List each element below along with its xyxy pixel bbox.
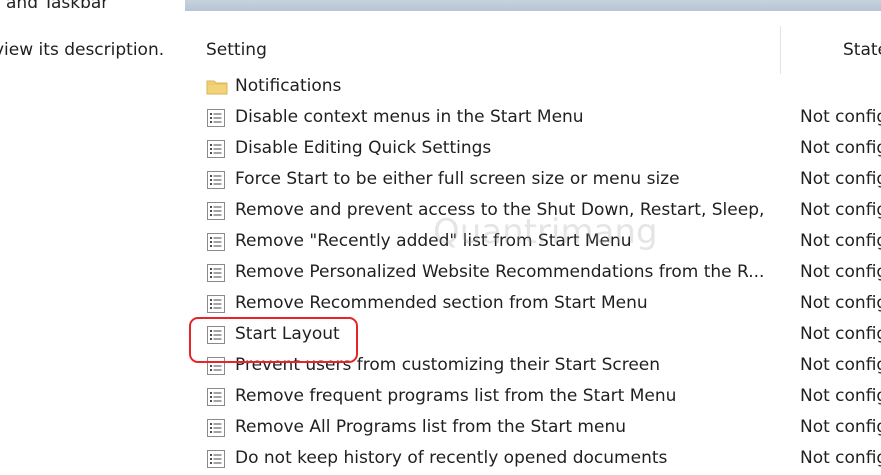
setting-row[interactable]: Force Start to be either full screen siz… <box>0 165 881 196</box>
setting-state: Not configured <box>800 200 881 220</box>
setting-row[interactable]: Start Layout Not configured <box>0 320 881 351</box>
policy-setting-icon <box>207 357 225 375</box>
setting-state: Not configured <box>800 448 881 468</box>
pane-top-band <box>185 0 881 11</box>
setting-label: Remove Personalized Website Recommendati… <box>235 262 765 282</box>
left-pane-description: view its description. <box>0 40 195 60</box>
column-header-setting[interactable]: Setting <box>206 40 267 60</box>
setting-label: Remove Recommended section from Start Me… <box>235 293 648 313</box>
column-header-state[interactable]: State <box>843 40 881 60</box>
setting-row[interactable]: Disable Editing Quick Settings Not config… <box>0 134 881 165</box>
policy-setting-icon <box>207 450 225 468</box>
folder-icon <box>206 80 228 95</box>
setting-state: Not configured <box>800 324 881 344</box>
policy-setting-icon <box>207 202 225 220</box>
setting-label: Remove "Recently added" list from Start … <box>235 231 632 251</box>
policy-setting-icon <box>207 233 225 251</box>
setting-row[interactable]: Remove and prevent access to the Shut Do… <box>0 196 881 227</box>
policy-setting-icon <box>207 295 225 313</box>
policy-setting-icon <box>207 419 225 437</box>
policy-setting-icon <box>207 171 225 189</box>
setting-row[interactable]: Remove Recommended section from Start Me… <box>0 289 881 320</box>
setting-state: Not configured <box>800 169 881 189</box>
policy-setting-icon <box>207 140 225 158</box>
setting-row[interactable]: Remove Personalized Website Recommendati… <box>0 258 881 289</box>
setting-label: Force Start to be either full screen siz… <box>235 169 680 189</box>
policy-setting-icon <box>207 388 225 406</box>
setting-row[interactable]: Disable context menus in the Start Menu N… <box>0 103 881 134</box>
setting-label: Prevent users from customizing their Sta… <box>235 355 661 375</box>
group-policy-editor-view: and Taskbar view its description. Settin… <box>0 0 881 475</box>
policy-setting-icon <box>207 264 225 282</box>
setting-row[interactable]: Remove frequent programs list from the S… <box>0 382 881 413</box>
setting-state: Not configured <box>800 231 881 251</box>
setting-row[interactable]: Do not keep history of recently opened d… <box>0 444 881 475</box>
setting-label: Remove and prevent access to the Shut Do… <box>235 200 770 220</box>
setting-label: Start Layout <box>235 324 340 344</box>
setting-state: Not configured <box>800 262 881 282</box>
setting-row[interactable]: Remove "Recently added" list from Start … <box>0 227 881 258</box>
policy-setting-icon <box>207 109 225 127</box>
setting-label: Remove All Programs list from the Start … <box>235 417 626 437</box>
setting-state: Not configured <box>800 293 881 313</box>
setting-state: Not configured <box>800 386 881 406</box>
description-text: view its description. <box>0 40 165 60</box>
setting-state: Not configured <box>800 417 881 437</box>
column-divider[interactable] <box>780 26 781 74</box>
folder-row-notifications[interactable]: Notifications <box>0 72 881 103</box>
setting-state: Not configured <box>800 107 881 127</box>
setting-label: Disable Editing Quick Settings <box>235 138 492 158</box>
setting-label: Do not keep history of recently opened d… <box>235 448 668 468</box>
folder-label: Notifications <box>235 76 342 96</box>
policy-setting-icon <box>207 326 225 344</box>
setting-label: Remove frequent programs list from the S… <box>235 386 677 406</box>
setting-state: Not configured <box>800 355 881 375</box>
setting-row[interactable]: Prevent users from customizing their Sta… <box>0 351 881 382</box>
left-pane-header: and Taskbar <box>0 0 185 22</box>
left-pane-header-text: and Taskbar <box>6 0 109 13</box>
setting-label: Disable context menus in the Start Menu <box>235 107 584 127</box>
setting-state: Not configured <box>800 138 881 158</box>
setting-row[interactable]: Remove All Programs list from the Start … <box>0 413 881 444</box>
